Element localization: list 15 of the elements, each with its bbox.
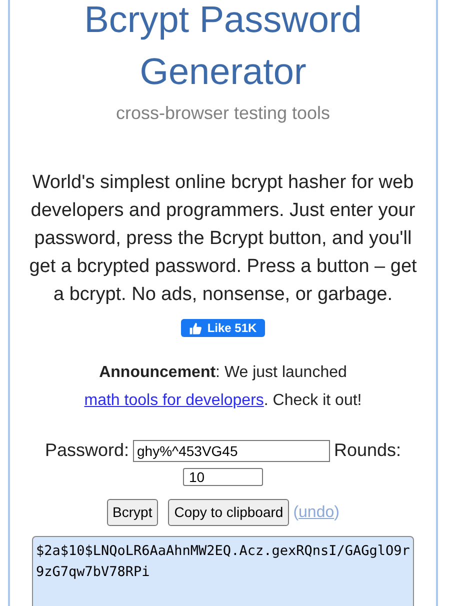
bcrypt-button[interactable]: Bcrypt — [106, 499, 158, 526]
like-button[interactable]: Like 51K — [181, 319, 265, 337]
thumbs-up-icon — [189, 322, 202, 334]
rounds-field[interactable]: 10 — [183, 468, 263, 486]
announcement-text: Announcement: We just launched math tools for developers. Check it out! — [83, 363, 363, 411]
intro-paragraph: World's simplest online bcrypt hasher for web developers and programmers. Just enter your password, press the Bcrypt button, and you'll get a bcrypted password. Press a button – get a bcrypt. No ads, nonsense, or garbage. — [28, 171, 418, 307]
math-tools-link[interactable]: math tools for developers — [84, 392, 264, 409]
output-field[interactable]: $2a$10$LNQoLR6AaAhnMW2EQ.Acz.gexRQnsI/GAGglO9r9zG7qw7bV78RPi — [32, 536, 414, 606]
page-title: Bcrypt Password Generator — [83, 0, 363, 94]
copy-button[interactable]: Copy to clipboard — [168, 499, 290, 526]
password-field[interactable]: ghy%^453VG45 — [133, 440, 330, 462]
undo-link-text: (undo) — [293, 502, 340, 522]
page-subtitle: cross-browser testing tools — [116, 102, 330, 125]
rounds-label: Rounds: — [334, 439, 402, 462]
password-label: Password: — [44, 439, 129, 462]
